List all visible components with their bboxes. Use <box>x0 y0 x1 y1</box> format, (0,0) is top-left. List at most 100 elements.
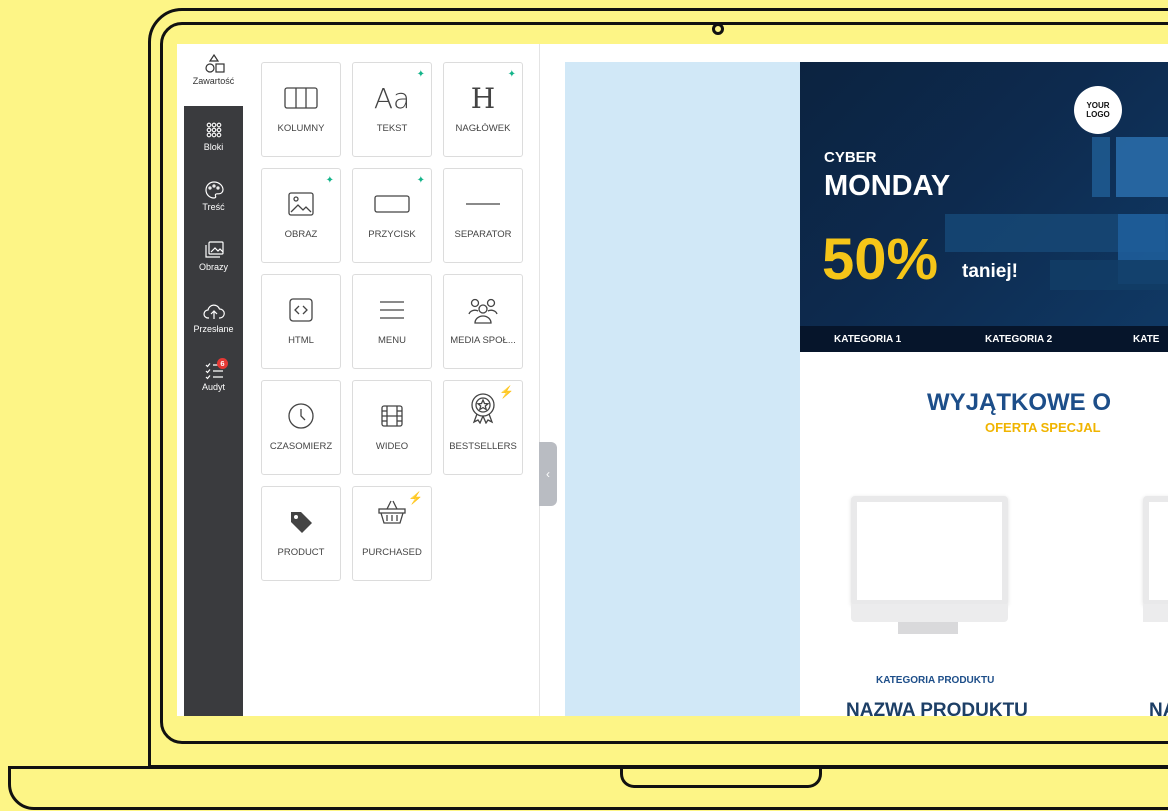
monitor-chin <box>1143 604 1168 622</box>
section-subtitle: OFERTA SPECJAL <box>985 420 1101 435</box>
cloud-upload-icon <box>202 304 225 319</box>
block-icon-wrap <box>262 189 340 219</box>
banner-decoration <box>1116 137 1168 197</box>
sidebar-item-obrazy[interactable]: Obrazy <box>184 240 243 272</box>
laptop-notch <box>620 766 822 788</box>
ai-sparkle-icon: ✦ <box>416 175 425 186</box>
block-label: HTML <box>288 335 314 346</box>
sidebar-item-bloki[interactable]: Bloki <box>184 120 243 152</box>
blocks-grid-icon <box>206 122 221 138</box>
nav-link-kategoria-1[interactable]: KATEGORIA 1 <box>834 334 901 345</box>
block-icon-wrap <box>262 507 340 537</box>
block-naglowek[interactable]: ✦ H NAGŁÓWEK <box>443 62 523 157</box>
sidebar-item-audyt[interactable]: 6 Audyt <box>184 358 243 392</box>
block-label: BESTSELLERS <box>449 441 517 452</box>
sidebar-item-label: Treść <box>202 202 225 212</box>
blocks-panel: KOLUMNY ✦ Aa TEKST ✦ H NAGŁÓWEK ✦ OBRAZ … <box>243 44 540 716</box>
product-name-2: NA <box>1149 700 1168 716</box>
block-label: OBRAZ <box>284 229 318 240</box>
monitor-screen <box>851 496 1008 606</box>
block-icon-wrap <box>353 189 431 219</box>
block-separator[interactable]: SEPARATOR <box>443 168 523 263</box>
sidebar-item-zawartosc[interactable]: Zawartość <box>184 44 243 106</box>
ai-sparkle-icon: ✦ <box>507 69 516 80</box>
tag-icon <box>291 512 312 533</box>
basket-icon <box>378 500 406 524</box>
sidebar-item-label: Obrazy <box>198 262 228 272</box>
block-przycisk[interactable]: ✦ PRZYCISK <box>352 168 432 263</box>
logo-text: YOUR LOGO <box>1086 101 1110 119</box>
email-canvas[interactable]: YOUR LOGO CYBER MONDAY 50% taniej! KATEG… <box>541 44 1168 716</box>
block-media-spolecznosciowe[interactable]: MEDIA SPOŁ... <box>443 274 523 369</box>
banner-cyber-text: CYBER <box>824 149 877 166</box>
button-icon <box>374 195 410 213</box>
block-html[interactable]: HTML <box>261 274 341 369</box>
block-wideo[interactable]: WIDEO <box>352 380 432 475</box>
block-icon-wrap <box>444 393 522 424</box>
block-label: TEKST <box>376 123 408 134</box>
audit-count-badge: 6 <box>217 358 228 369</box>
sidebar-item-zawartosc-inner: Zawartość <box>184 54 243 86</box>
block-bestsellers[interactable]: ⚡ BESTSELLERS <box>443 380 523 475</box>
block-label: WIDEO <box>375 441 409 452</box>
block-tekst[interactable]: ✦ Aa TEKST <box>352 62 432 157</box>
product-category: KATEGORIA PRODUKTU <box>876 675 995 686</box>
block-label: CZASOMIERZ <box>269 441 333 452</box>
sidebar-item-label: Zawartość <box>192 76 235 86</box>
banner-decoration <box>1092 137 1110 197</box>
block-icon-wrap <box>353 497 431 527</box>
block-label: MEDIA SPOŁ... <box>450 335 516 346</box>
block-icon-wrap <box>262 83 340 113</box>
block-obraz[interactable]: ✦ OBRAZ <box>261 168 341 263</box>
text-icon: Aa <box>373 81 411 115</box>
block-label: KOLUMNY <box>277 123 325 134</box>
block-purchased[interactable]: ⚡ PURCHASED <box>352 486 432 581</box>
sidebar-item-label: Bloki <box>203 142 224 152</box>
code-icon <box>289 298 313 322</box>
block-czasomierz[interactable]: CZASOMIERZ <box>261 380 341 475</box>
nav-link-kategoria-3[interactable]: KATE <box>1133 334 1159 345</box>
award-icon <box>471 393 495 424</box>
block-icon-wrap <box>353 295 431 325</box>
sidebar-item-przeslane[interactable]: Przesłane <box>184 302 243 334</box>
video-icon <box>381 405 403 427</box>
block-product[interactable]: PRODUCT <box>261 486 341 581</box>
ai-sparkle-icon: ✦ <box>416 69 425 80</box>
panel-collapse-handle[interactable]: ‹ <box>539 442 557 506</box>
monitor-stand <box>898 622 958 634</box>
sidebar-item-label: Przesłane <box>193 324 234 334</box>
app-screen: Zawartość Bloki Treść Obrazy Przesłane 6… <box>177 44 1168 716</box>
chevron-left-icon: ‹ <box>546 467 550 481</box>
camera-icon <box>712 23 724 35</box>
block-icon-wrap <box>444 295 522 325</box>
block-label: NAGŁÓWEK <box>455 123 511 134</box>
banner-decoration <box>1050 260 1168 290</box>
block-icon-wrap <box>444 189 522 219</box>
banner-category-nav: KATEGORIA 1 KATEGORIA 2 KATE <box>800 326 1168 352</box>
image-icon <box>288 192 314 216</box>
block-menu[interactable]: MENU <box>352 274 432 369</box>
block-kolumny[interactable]: KOLUMNY <box>261 62 341 157</box>
monitor-chin <box>851 604 1008 622</box>
product-name: NAZWA PRODUKTU <box>846 700 1028 716</box>
sidebar-rail: Zawartość Bloki Treść Obrazy Przesłane 6… <box>184 44 243 716</box>
nav-link-kategoria-2[interactable]: KATEGORIA 2 <box>985 334 1052 345</box>
sidebar-item-tresc[interactable]: Treść <box>184 180 243 212</box>
banner-taniej-text: taniej! <box>962 261 1018 282</box>
banner-discount-percent: 50% <box>822 227 939 292</box>
menu-icon <box>380 301 404 319</box>
images-icon <box>204 241 224 258</box>
block-icon-wrap <box>262 401 340 431</box>
block-label: PURCHASED <box>362 547 422 558</box>
heading-icon: H <box>470 81 496 115</box>
sidebar-item-label: Audyt <box>201 382 225 392</box>
your-logo-badge[interactable]: YOUR LOGO <box>1074 86 1122 134</box>
block-label: PRODUCT <box>277 547 325 558</box>
laptop-base <box>8 766 1168 810</box>
banner-monday-text: MONDAY <box>824 170 951 202</box>
canvas-background <box>565 62 800 716</box>
cyber-monday-banner[interactable]: YOUR LOGO CYBER MONDAY 50% taniej! KATEG… <box>800 62 1168 352</box>
palette-icon <box>204 181 224 199</box>
separator-icon <box>466 203 500 205</box>
section-title: WYJĄTKOWE O <box>927 389 1111 416</box>
